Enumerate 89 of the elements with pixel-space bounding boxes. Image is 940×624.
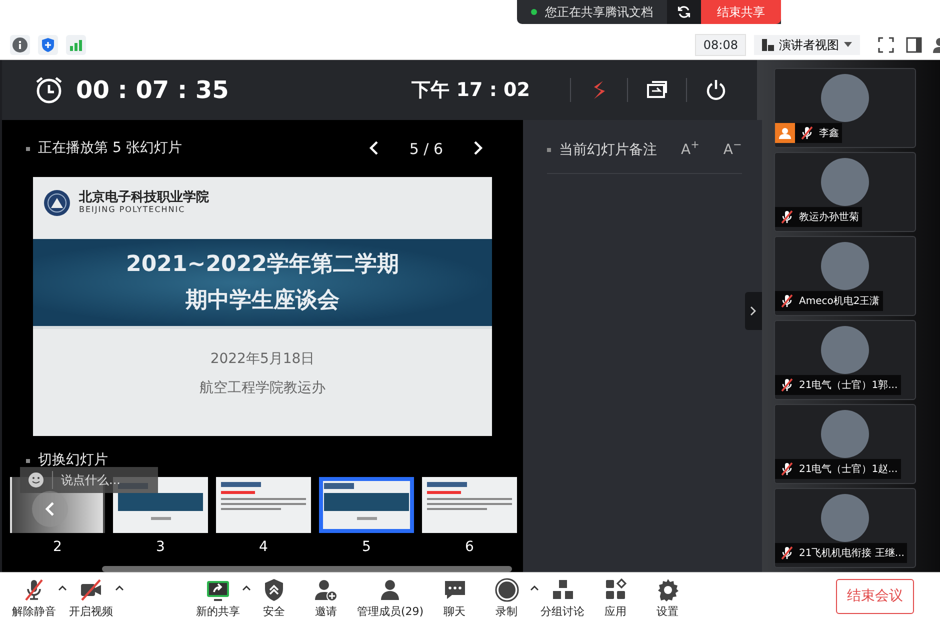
settings-button[interactable]: 设置	[646, 578, 689, 620]
avatar-placeholder	[821, 158, 869, 206]
toolbar-button[interactable]: 新的共享	[196, 578, 240, 620]
avatar-placeholder	[821, 410, 869, 458]
fullscreen-icon[interactable]	[876, 34, 896, 54]
font-decrease-button[interactable]: A$^{−}$	[723, 140, 742, 160]
end-meeting-button[interactable]: 结束会议	[836, 579, 914, 614]
chevron-right-icon	[750, 306, 756, 316]
info-icon[interactable]	[10, 34, 30, 54]
slide-organizer: 航空工程学院教运办	[200, 379, 326, 398]
participant-tile[interactable]: 21电气（士官）1赵...	[774, 404, 916, 484]
caret-icon	[844, 42, 852, 47]
school-english-name: BEIJING POLYTECHNIC	[79, 206, 186, 215]
meeting-time: 08:08	[695, 34, 746, 56]
caret-icon	[242, 584, 251, 591]
switch-screen-button[interactable]	[646, 80, 668, 100]
stop-sharing-button[interactable]: 结束共享	[701, 0, 781, 24]
shield-icon	[262, 578, 286, 602]
switch-slide-label: 切换幻灯片	[38, 451, 108, 470]
participant-name: Ameco机电2王潇	[799, 294, 880, 308]
record-icon	[494, 578, 519, 602]
participant-name: 21电气（士官）1郭...	[799, 378, 898, 392]
toolbar-button[interactable]: 应用	[594, 578, 637, 620]
layout-icon	[762, 38, 774, 50]
slide-number: 5	[361, 538, 372, 557]
video-off-icon	[79, 578, 103, 602]
current-time: 下午 17 : 02	[412, 78, 530, 102]
avatar-placeholder	[821, 242, 869, 290]
refresh-icon	[677, 5, 691, 19]
toolbar-button[interactable]: 安全	[253, 578, 295, 620]
slide-number: 4	[258, 538, 269, 557]
add-person-icon	[314, 578, 338, 602]
caret-icon	[115, 584, 124, 591]
font-increase-button[interactable]: A$^{+}$	[681, 140, 700, 160]
slide-thumbnail[interactable]	[319, 477, 414, 533]
participant-tile[interactable]: 21电气（士官）1郭...	[774, 320, 916, 400]
refresh-button[interactable]	[667, 0, 701, 24]
avatar-placeholder	[821, 74, 869, 122]
squares-icon	[550, 578, 575, 602]
chat-input[interactable]: 说点什么...	[20, 467, 158, 493]
toolbar-button[interactable]: 分组讨论	[540, 578, 585, 620]
participant-name: 21飞机机电衔接 王继...	[799, 546, 904, 560]
toolbar-button[interactable]: 邀请	[305, 578, 347, 620]
participant-name: 李鑫	[819, 126, 839, 140]
toolbar-button[interactable]: 解除静音	[12, 578, 56, 620]
now-playing-label: 正在播放第 5 张幻灯片	[38, 139, 182, 158]
power-button[interactable]	[705, 78, 727, 101]
emoji-icon[interactable]	[28, 472, 44, 488]
caret-icon	[530, 584, 539, 591]
participant-tile[interactable]: 21飞机机电衔接 王继...	[774, 488, 916, 568]
participant-tile[interactable]: Ameco机电2王潇	[774, 236, 916, 316]
shield-icon[interactable]	[38, 34, 58, 54]
muted-microphone-icon	[22, 578, 46, 602]
avatar-placeholder	[821, 494, 869, 542]
apps-icon	[604, 578, 628, 602]
slide-date: 2022年5月18日	[210, 350, 315, 369]
slide-title-line: 期中学生座谈会	[186, 286, 340, 314]
signal-icon[interactable]	[66, 34, 86, 54]
horizontal-scrollbar[interactable]	[102, 566, 512, 572]
expand-panel-button[interactable]	[744, 292, 762, 330]
status-dot-icon	[531, 9, 537, 15]
school-emblem-icon	[43, 189, 71, 217]
participant-tile[interactable]: 教运办孙世菊	[774, 152, 916, 232]
chevron-left-icon	[45, 501, 55, 517]
slide-thumbnail[interactable]	[216, 477, 311, 533]
alarm-clock-icon	[34, 74, 64, 105]
participant-name: 21电气（士官）1赵...	[799, 462, 898, 476]
caret-icon	[58, 584, 67, 591]
elapsed-timer: 00 : 07 : 35	[76, 74, 229, 106]
settings-icon	[656, 578, 680, 602]
page-counter: 5 / 6	[409, 138, 443, 160]
slide-title-line: 2021~2022学年第二学期	[126, 251, 399, 280]
slide-number: 6	[464, 538, 475, 557]
toolbar-button[interactable]: 开启视频	[69, 578, 113, 620]
scroll-left-button[interactable]	[32, 491, 68, 527]
toolbar-button[interactable]: 聊天	[434, 578, 476, 620]
notes-title: 当前幻灯片备注	[559, 140, 657, 160]
school-name: 北京电子科技职业学院	[79, 191, 209, 206]
slide-thumbnail[interactable]	[422, 477, 517, 533]
sidebar-icon[interactable]	[904, 34, 924, 54]
toolbar-button[interactable]: 录制	[486, 578, 528, 620]
participant-name: 教运办孙世菊	[799, 210, 859, 224]
sharing-status: 您正在共享腾讯文档	[545, 4, 653, 21]
avatar-placeholder	[821, 326, 869, 374]
toolbar-button[interactable]: 管理成员(29)	[357, 578, 424, 620]
slide-number: 3	[155, 538, 166, 557]
participant-tile[interactable]: 李鑫	[774, 68, 916, 148]
slide-number: 2	[52, 538, 63, 557]
view-mode-dropdown[interactable]: 演讲者视图	[754, 34, 860, 54]
